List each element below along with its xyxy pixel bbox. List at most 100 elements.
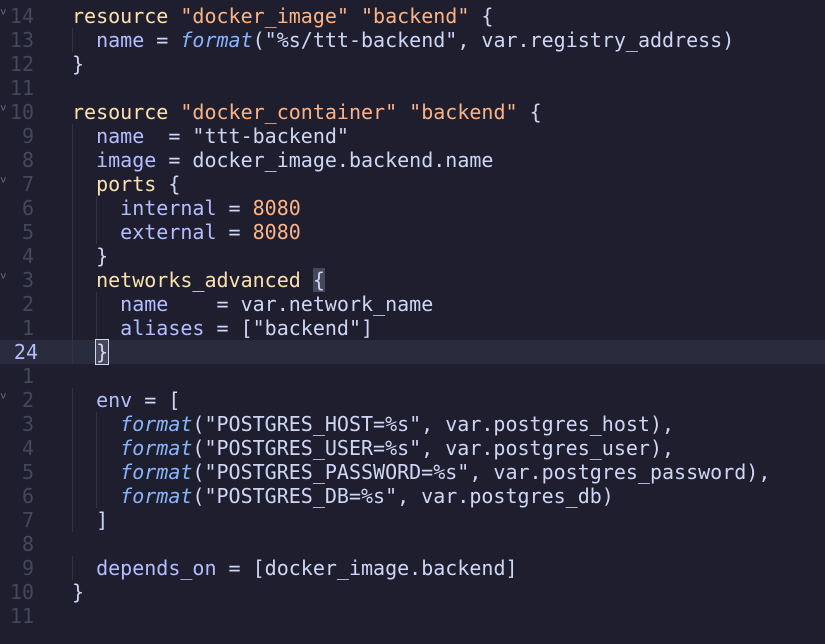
line-number: 12 [9,52,34,76]
indent-guide [96,220,98,244]
code-line[interactable]: 8 [0,532,825,556]
line-gutter: 9 [0,124,60,148]
indent-guide [72,28,73,52]
code-token: { [156,172,181,196]
editor-lines: ˅ 14 resource "docker_image" "backend" {13… [0,4,825,628]
code-line[interactable]: ˅ 10 resource "docker_container" "backend"… [0,100,825,124]
code-text: name = format("%s/ttt-backend", var.regi… [96,28,734,52]
indent-guide [72,292,73,316]
code-token: depends_on [96,556,217,580]
indent-guide [72,172,73,196]
line-number: 2 [21,292,34,316]
code-token: name [120,292,169,316]
current-code-line[interactable]: 24} [0,339,825,365]
fold-chevron-icon[interactable]: ˅ [0,97,7,121]
code-line[interactable]: 10} [0,580,825,604]
indent-guide [72,124,73,148]
code-token: = ["backend"] [204,316,374,340]
code-line[interactable]: ˅ 14 resource "docker_image" "backend" { [0,4,825,28]
code-line[interactable]: 5 external = 8080 [0,220,825,244]
indent-guide [96,196,98,220]
indent-guide [96,460,98,484]
indent-guide [72,316,73,340]
code-line[interactable]: 6 format("POSTGRES_DB=%s", var.postgres_d… [0,484,825,508]
code-token: name [96,28,145,52]
code-token: { [312,268,325,292]
code-editor[interactable]: ˅ 14 resource "docker_image" "backend" {13… [0,4,825,644]
code-token: { [469,4,494,28]
code-line[interactable]: 4 format("POSTGRES_USER=%s", var.postgres… [0,436,825,460]
code-token: format [120,460,193,484]
code-line[interactable]: 3 format("POSTGRES_HOST=%s", var.postgres… [0,412,825,436]
code-line[interactable]: ˅ 3 networks_advanced { [0,268,825,292]
code-text: name = var.network_name [120,292,433,316]
code-text: aliases = ["backend"] [120,316,373,340]
code-line[interactable]: 9 depends_on = [docker_image.backend] [0,556,825,580]
code-line[interactable]: 2 name = var.network_name [0,292,825,316]
code-line[interactable]: 4} [0,244,825,268]
code-text: networks_advanced { [96,268,325,292]
indent-guide [72,388,73,412]
code-token: "docker_container" [180,100,398,124]
code-token: ports [96,172,157,196]
indent-guide [72,220,73,244]
code-text: format("POSTGRES_DB=%s", var.postgres_db… [120,484,614,508]
code-text: } [72,580,84,604]
line-gutter: 4 [0,436,60,460]
fold-chevron-icon[interactable]: ˅ [0,169,7,193]
line-number: 9 [21,556,34,580]
code-line[interactable]: 13 name = format("%s/ttt-backend", var.re… [0,28,825,52]
code-line[interactable]: 11 [0,604,825,628]
code-text: env = [ [96,388,180,412]
code-line[interactable]: 12} [0,52,825,76]
code-line[interactable]: 6 internal = 8080 [0,196,825,220]
code-line[interactable]: 8 image = docker_image.backend.name [0,148,825,172]
text-cursor: } [95,339,110,365]
indent-guide [72,148,73,172]
code-text: resource "docker_image" "backend" { [72,4,493,28]
code-line[interactable]: 1 [0,364,825,388]
line-number: 5 [21,220,34,244]
fold-chevron-icon[interactable]: ˅ [0,1,7,25]
code-token: format [120,484,193,508]
code-token: = [144,28,181,52]
code-line[interactable]: 9 name = "ttt-backend" [0,124,825,148]
code-token: ("POSTGRES_HOST=%s", var.postgres_host), [192,412,675,436]
code-line[interactable]: 5 format("POSTGRES_PASSWORD=%s", var.post… [0,460,825,484]
code-token: = docker_image.backend.name [156,148,494,172]
line-gutter: 9 [0,556,60,580]
code-token: name [96,124,145,148]
line-gutter: ˅ 2 [0,388,60,412]
code-line[interactable]: 1 aliases = ["backend"] [0,316,825,340]
code-text: internal = 8080 [120,196,301,220]
code-token: aliases [120,316,205,340]
indent-guide [72,268,73,292]
line-gutter: 5 [0,220,60,244]
line-number: 13 [9,28,34,52]
code-line[interactable]: ˅ 2 env = [ [0,388,825,412]
line-gutter: 1 [0,364,60,388]
code-token: ("POSTGRES_DB=%s", var.postgres_db) [192,484,614,508]
code-token: "backend" [409,100,518,124]
line-number: 7 [21,172,34,196]
code-token: } [72,580,85,604]
code-text: } [96,244,108,268]
line-number: 5 [21,460,34,484]
code-token: external [120,220,217,244]
fold-chevron-icon[interactable]: ˅ [0,385,7,409]
fold-chevron-icon[interactable]: ˅ [0,265,7,289]
code-line[interactable]: ˅ 7 ports { [0,172,825,196]
code-line[interactable]: 7] [0,508,825,532]
code-token: resource [72,4,169,28]
code-line[interactable]: 11 [0,76,825,100]
line-gutter: 13 [0,28,60,52]
code-token: = "ttt-backend" [144,124,349,148]
code-token: internal [120,196,217,220]
code-token: image [96,148,157,172]
line-gutter: 3 [0,412,60,436]
line-number: 11 [9,76,34,100]
code-token: = var.network_name [168,292,434,316]
indent-guide [96,484,98,508]
